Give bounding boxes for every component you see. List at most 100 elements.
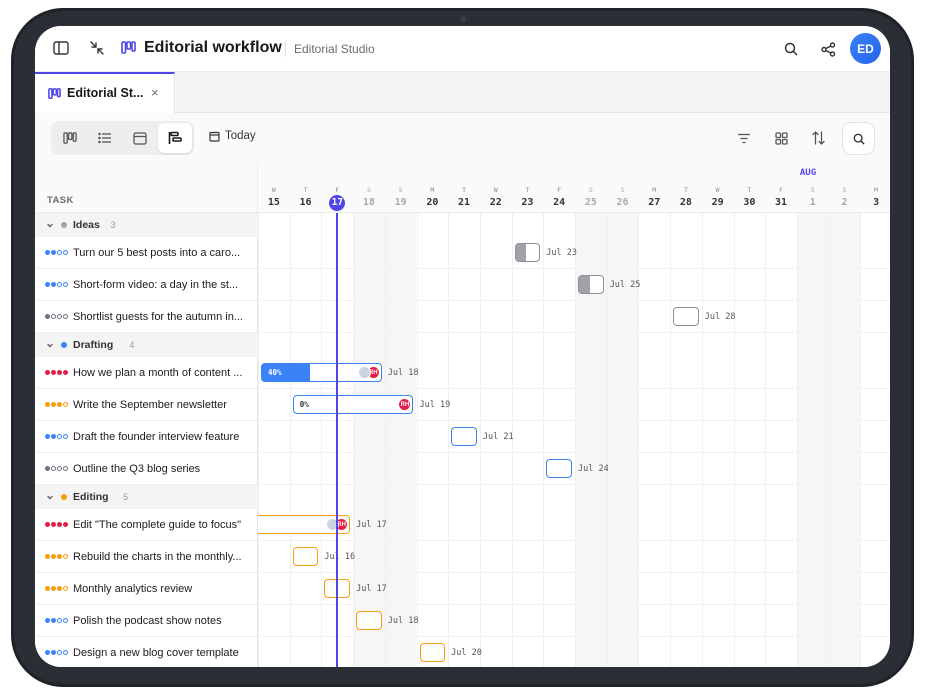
task-bar[interactable]: 40% RH	[261, 363, 382, 382]
priority-dot	[57, 314, 62, 319]
task-row[interactable]: Rebuild the charts in the monthly...	[35, 541, 258, 573]
title-divider	[285, 41, 286, 57]
today-button[interactable]: Today	[209, 130, 256, 142]
task-row[interactable]: Turn our 5 best posts into a caro...	[35, 237, 258, 269]
priority-icon	[45, 250, 68, 255]
collapse-icon[interactable]	[87, 38, 107, 58]
day-18: S 18	[353, 163, 385, 213]
month-label: AUG	[799, 168, 817, 178]
day-3: M3	[860, 163, 890, 213]
task-name: Draft the founder interview feature	[73, 431, 240, 443]
timeline-view-button[interactable]	[158, 123, 192, 153]
day-column	[828, 213, 861, 667]
task-bar[interactable]: 0% RH	[292, 395, 414, 414]
tab-editorial[interactable]: Editorial St... ×	[35, 72, 175, 113]
day-25: S 25	[575, 163, 607, 213]
group-icon[interactable]	[772, 129, 790, 147]
priority-dot	[51, 466, 56, 471]
sort-icon[interactable]	[809, 129, 827, 147]
priority-icon	[45, 586, 68, 591]
priority-dot	[51, 370, 56, 375]
priority-dot	[63, 554, 68, 559]
user-avatar[interactable]: ED	[850, 33, 881, 64]
task-row[interactable]: Edit "The complete guide to focus"	[35, 509, 258, 541]
group-count: 4	[129, 340, 135, 350]
task-row[interactable]: Short-form video: a day in the st...	[35, 269, 258, 301]
due-date-label: Jul 19	[419, 400, 451, 410]
workspace-name[interactable]: Editorial Studio	[294, 42, 375, 56]
cat-avatar[interactable]	[357, 366, 371, 379]
priority-dot	[57, 370, 62, 375]
day-of-week: F	[557, 186, 562, 194]
day-number: 20	[426, 197, 439, 208]
task-bar[interactable]	[419, 643, 446, 662]
priority-dot	[51, 282, 56, 287]
group-name: Ideas	[73, 219, 100, 231]
row-divider	[258, 452, 890, 453]
priority-dot	[45, 402, 50, 407]
close-icon[interactable]: ×	[151, 85, 159, 100]
priority-dot	[45, 370, 50, 375]
due-date-label: Jul 17	[356, 520, 387, 530]
priority-dot	[63, 282, 68, 287]
priority-icon	[45, 522, 68, 527]
priority-dot	[57, 250, 62, 255]
due-date-label: Jul 28	[704, 312, 736, 322]
task-bar[interactable]	[451, 427, 477, 446]
priority-dot	[51, 554, 56, 559]
chevron-down-icon[interactable]: ⌄	[45, 488, 55, 502]
day-of-week: S	[588, 186, 593, 194]
bar-fill	[579, 276, 590, 293]
task-bar[interactable]	[578, 275, 604, 294]
day-number: 25	[584, 197, 597, 208]
chevron-down-icon[interactable]: ⌄	[45, 216, 55, 230]
task-row[interactable]: Write the September newsletter	[35, 389, 258, 421]
task-row[interactable]: Shortlist guests for the autumn in...	[35, 301, 258, 333]
task-bar[interactable]	[514, 243, 541, 262]
day-column	[765, 213, 797, 667]
day-of-week: S	[398, 186, 403, 194]
task-name: Short-form video: a day in the st...	[73, 279, 239, 291]
due-date-label: Jul 25	[609, 280, 641, 290]
chevron-down-icon[interactable]: ⌄	[45, 336, 55, 350]
share-icon[interactable]	[818, 39, 838, 59]
task-row[interactable]: Monthly analytics review	[35, 573, 258, 605]
task-bar[interactable]	[292, 547, 319, 566]
calendar-view-button[interactable]	[123, 123, 157, 153]
day-column	[860, 213, 890, 667]
task-row[interactable]: Design a new blog cover template	[35, 637, 258, 667]
timeline-chart: Jul 23 Jul 25 Jul 28 40% RH Jul 18 0% RH Jul 19 J…	[258, 213, 890, 667]
search-icon[interactable]	[781, 39, 801, 59]
sidebar-toggle-icon[interactable]	[51, 38, 71, 58]
row-divider	[258, 268, 890, 269]
day-number: 1	[809, 197, 816, 208]
task-bar[interactable]	[673, 307, 699, 326]
task-row[interactable]: How we plan a month of content ...	[35, 357, 258, 389]
task-row[interactable]: Polish the podcast show notes	[35, 605, 258, 637]
day-column	[701, 213, 734, 667]
task-row[interactable]: Outline the Q3 blog series	[35, 453, 258, 485]
assignee-avatar[interactable]: RH	[398, 398, 412, 411]
task-name: Edit "The complete guide to focus"	[73, 519, 242, 531]
day-number: 19	[394, 197, 407, 208]
task-bar[interactable]	[546, 459, 572, 478]
day-number: 16	[299, 197, 312, 208]
board-view-button[interactable]	[53, 123, 87, 153]
day-2: S2	[829, 163, 861, 213]
filter-icon[interactable]	[735, 129, 753, 147]
day-of-week: T	[525, 186, 530, 194]
task-bar[interactable]	[356, 611, 382, 630]
priority-dot	[45, 314, 50, 319]
priority-icon	[45, 282, 68, 287]
day-23: T 23	[512, 163, 544, 213]
day-column	[670, 213, 702, 667]
day-of-week: T	[303, 186, 308, 194]
row-divider	[258, 420, 890, 421]
timeline-search-button[interactable]	[842, 122, 875, 155]
task-row[interactable]: Draft the founder interview feature	[35, 421, 258, 453]
list-view-button[interactable]	[88, 123, 122, 153]
day-29: W 29	[702, 163, 734, 213]
priority-dot	[57, 586, 62, 591]
priority-dot	[51, 522, 56, 527]
row-divider	[258, 540, 890, 541]
